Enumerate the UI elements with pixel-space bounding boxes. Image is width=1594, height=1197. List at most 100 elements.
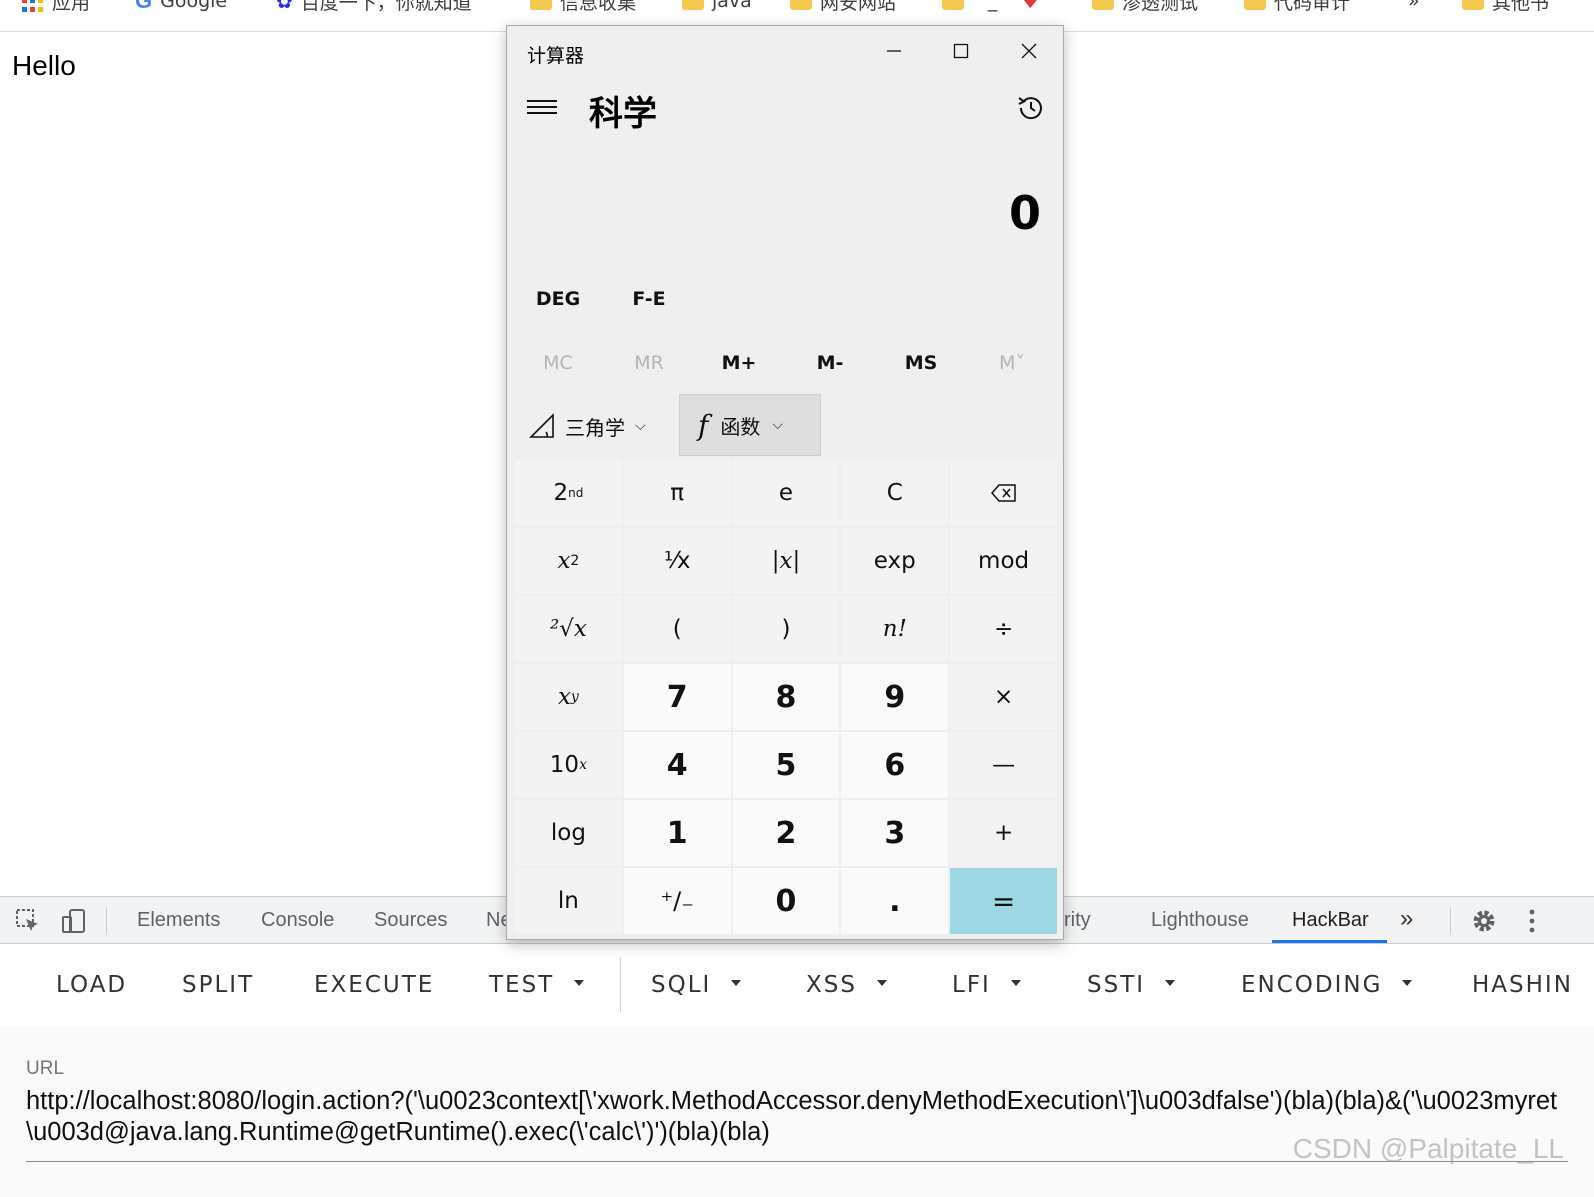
result-display: 0 [1008,186,1041,240]
multiply-button[interactable]: × [950,664,1057,730]
execute-button[interactable]: EXECUTE [314,972,434,998]
tab-lighthouse[interactable]: Lighthouse [1151,909,1249,932]
factorial-button[interactable]: n! [841,596,949,662]
bookmark-apps[interactable]: 应用 [22,0,90,14]
active-tab-indicator [1272,940,1387,943]
ten-power-button[interactable]: 10 x [515,732,622,798]
mod-button[interactable]: mod [950,528,1057,594]
memory-add-button[interactable]: M+ [704,352,774,374]
pi-button[interactable]: π [623,460,731,526]
digit-6-button[interactable]: 6 [841,732,949,798]
chevron-down-icon: ⌵ [635,418,646,434]
bookmark-google[interactable]: G Google [135,0,227,14]
triangle-icon [529,413,554,438]
close-button[interactable] [1012,36,1046,66]
second-function-button[interactable]: 2nd [515,460,622,526]
tab-console[interactable]: Console [261,909,334,932]
bookmark-folder-code-audit[interactable]: 代码审计 [1244,0,1350,14]
watermark: CSDN @Palpitate_LL [1292,1133,1564,1164]
xss-menu-button[interactable]: XSS [806,972,887,998]
hamburger-menu-icon[interactable] [527,96,557,120]
left-paren-button[interactable]: ( [623,596,731,662]
ssti-menu-button[interactable]: SSTI [1087,972,1176,998]
memory-subtract-button[interactable]: M- [795,352,865,374]
digit-5-button[interactable]: 5 [732,732,840,798]
tab-security[interactable]: rity [1064,909,1091,932]
test-menu-button[interactable]: TEST [489,972,585,998]
minus-button[interactable]: — [950,732,1057,798]
square-root-button[interactable]: ²√x [515,596,622,662]
caret-down-icon [574,979,585,986]
calculator-window: 计算器 科学 0 DEG F-E MC MR M+ M- MS M˅ 三角学 ⌵… [506,25,1064,940]
memory-store-button[interactable]: MS [886,352,956,374]
device-toolbar-icon[interactable] [60,907,88,935]
ln-button[interactable]: ln [515,868,622,934]
hackbar-menu: LOAD SPLIT EXECUTE TEST SQLI XSS LFI SST… [0,944,1594,1026]
tab-hackbar[interactable]: HackBar [1292,909,1369,932]
trigonometry-dropdown[interactable]: 三角学 ⌵ [529,406,646,446]
digit-8-button[interactable]: 8 [732,664,840,730]
square-button[interactable]: x2 [515,528,622,594]
maximize-button[interactable] [944,36,978,66]
bookmark-folder-info[interactable]: 信息收集 [530,0,636,14]
load-button[interactable]: LOAD [56,972,127,998]
bookmark-folder-other[interactable]: 其他书 [1462,0,1549,14]
lfi-menu-button[interactable]: LFI [952,972,1021,998]
bookmark-folder-pentest[interactable]: 渗透测试 [1092,0,1198,14]
plus-button[interactable]: + [950,800,1057,866]
function-dropdown[interactable]: f 函数 ⌵ [679,394,821,456]
caret-down-icon [876,979,887,986]
caret-down-icon [1010,979,1021,986]
reciprocal-button[interactable]: ⅟x [623,528,731,594]
decimal-button[interactable]: . [841,868,949,934]
encoding-menu-button[interactable]: ENCODING [1241,972,1413,998]
bookmark-folder-security-sites[interactable]: 网安网站 [790,0,896,14]
gear-icon[interactable] [1470,907,1498,935]
digit-3-button[interactable]: 3 [841,800,949,866]
heart-icon: ♥ [1021,0,1040,13]
menu-divider [620,958,621,1012]
digit-7-button[interactable]: 7 [623,664,731,730]
digit-0-button[interactable]: 0 [732,868,840,934]
power-button[interactable]: xy [515,664,622,730]
backspace-button[interactable] [950,460,1057,526]
memory-list-button[interactable]: M˅ [977,352,1047,374]
folder-icon [682,0,704,10]
tab-elements[interactable]: Elements [137,909,220,932]
window-title: 计算器 [527,45,585,67]
kebab-menu-icon[interactable] [1518,907,1546,935]
more-bookmarks-button[interactable]: » [1408,0,1420,14]
minimize-button[interactable] [877,36,911,66]
memory-clear-button[interactable]: MC [523,352,593,374]
log-button[interactable]: log [515,800,622,866]
bookmark-folder-smile[interactable]: ^_^ ♥ [942,0,1039,14]
equals-button[interactable]: = [950,868,1057,934]
digit-1-button[interactable]: 1 [623,800,731,866]
toolbar-divider [1450,907,1451,935]
bookmark-folder-java[interactable]: java [682,0,752,14]
more-tabs-button[interactable]: » [1400,905,1413,933]
inspect-element-icon[interactable] [14,907,42,935]
sqli-menu-button[interactable]: SQLI [651,972,742,998]
digit-4-button[interactable]: 4 [623,732,731,798]
right-paren-button[interactable]: ) [732,596,840,662]
folder-icon [790,0,812,10]
digit-9-button[interactable]: 9 [841,664,949,730]
hashing-menu-button[interactable]: HASHIN [1472,972,1573,998]
deg-toggle-button[interactable]: DEG [523,288,593,310]
history-icon[interactable] [1015,92,1047,124]
bookmark-baidu[interactable]: ✿ 百度一下，你就知道 [276,0,472,14]
exp-button[interactable]: exp [841,528,949,594]
tab-sources[interactable]: Sources [374,909,447,932]
negate-button[interactable]: ⁺∕₋ [623,868,731,934]
split-button[interactable]: SPLIT [182,972,254,998]
folder-icon [1462,0,1484,10]
divide-button[interactable]: ÷ [950,596,1057,662]
fe-toggle-button[interactable]: F-E [614,288,684,310]
euler-button[interactable]: e [732,460,840,526]
clear-button[interactable]: C [841,460,949,526]
digit-2-button[interactable]: 2 [732,800,840,866]
maximize-icon [953,43,969,59]
absolute-value-button[interactable]: |x| [732,528,840,594]
memory-recall-button[interactable]: MR [614,352,684,374]
